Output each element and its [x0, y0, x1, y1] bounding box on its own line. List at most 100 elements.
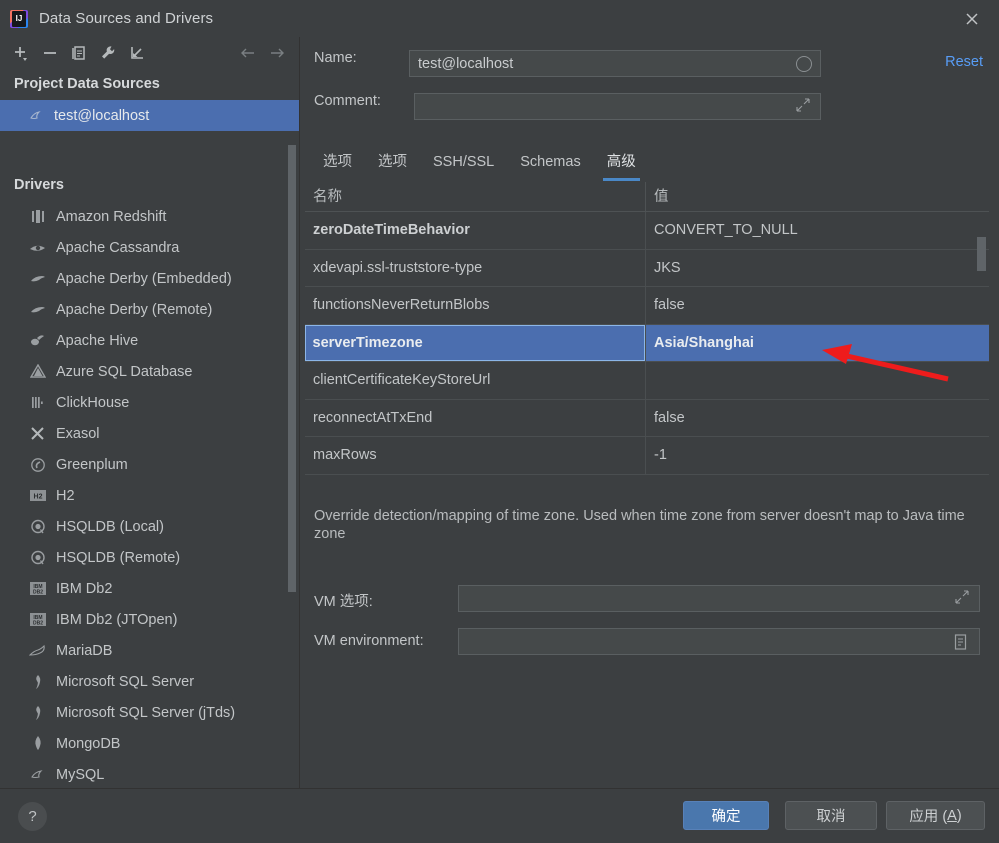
project-data-sources-header: Project Data Sources — [14, 76, 160, 92]
name-input[interactable]: test@localhost — [409, 50, 821, 77]
driver-item-microsoft-sql-server-jtds[interactable]: Microsoft SQL Server (jTds) — [0, 697, 299, 728]
hsqldb-icon — [28, 549, 47, 567]
driver-item-h2[interactable]: H2 H2 — [0, 480, 299, 511]
driver-item-ibm-db2-jtopen[interactable]: IBM DB2 IBM Db2 (JTOpen) — [0, 604, 299, 635]
comment-field-row: Comment: — [314, 93, 409, 109]
driver-item-exasol[interactable]: Exasol — [0, 418, 299, 449]
driver-item-hsqldb-local[interactable]: HSQLDB (Local) — [0, 511, 299, 542]
tab-options-1[interactable]: 选项 — [310, 145, 365, 181]
driver-item-microsoft-sql-server[interactable]: Microsoft SQL Server — [0, 666, 299, 697]
table-row[interactable]: functionsNeverReturnBlobs false — [305, 287, 989, 325]
table-row-selected[interactable]: serverTimezone Asia/Shanghai — [305, 324, 989, 362]
vm-environment-row: VM environment: — [314, 633, 424, 649]
expand-icon[interactable] — [796, 98, 814, 116]
driver-label: MySQL — [56, 766, 105, 783]
ok-button[interactable]: 确定 — [683, 801, 769, 830]
driver-label: IBM Db2 (JTOpen) — [56, 611, 178, 628]
property-value[interactable]: CONVERT_TO_NULL — [645, 212, 989, 249]
tab-options-2[interactable]: 选项 — [365, 145, 420, 181]
sidebar-scrollbar-thumb[interactable] — [288, 145, 296, 592]
driver-label: Greenplum — [56, 456, 128, 473]
table-row[interactable]: reconnectAtTxEnd false — [305, 399, 989, 437]
name-input-value: test@localhost — [418, 56, 514, 72]
property-value[interactable]: false — [645, 287, 989, 324]
table-row[interactable]: zeroDateTimeBehavior CONVERT_TO_NULL — [305, 212, 989, 250]
svg-text:H2: H2 — [33, 494, 42, 501]
table-row[interactable]: clientCertificateKeyStoreUrl — [305, 362, 989, 400]
forward-button[interactable] — [262, 39, 291, 67]
driver-item-apache-derby-embedded[interactable]: Apache Derby (Embedded) — [0, 263, 299, 294]
driver-item-hsqldb-remote[interactable]: HSQLDB (Remote) — [0, 542, 299, 573]
wrench-icon[interactable] — [93, 39, 122, 67]
driver-item-amazon-redshift[interactable]: Amazon Redshift — [0, 201, 299, 232]
apply-mnemonic: A — [947, 807, 957, 824]
driver-label: Exasol — [56, 425, 100, 442]
property-name: zeroDateTimeBehavior — [313, 222, 470, 239]
driver-item-apache-cassandra[interactable]: Apache Cassandra — [0, 232, 299, 263]
driver-label: Apache Derby (Remote) — [56, 301, 213, 318]
driver-item-apache-hive[interactable]: Apache Hive — [0, 325, 299, 356]
logo-text: IJ — [12, 10, 26, 27]
property-value[interactable]: -1 — [645, 437, 989, 474]
tab-ssh-ssl[interactable]: SSH/SSL — [420, 145, 507, 181]
driver-label: Apache Hive — [56, 332, 139, 349]
circle-icon[interactable] — [796, 56, 812, 72]
driver-item-mongodb[interactable]: MongoDB — [0, 728, 299, 759]
vm-environment-input[interactable] — [458, 628, 980, 655]
table-row[interactable]: maxRows -1 — [305, 437, 989, 475]
vm-environment-label: VM environment: — [314, 633, 424, 649]
apply-button[interactable]: 应用 (A) — [886, 801, 985, 830]
name-label: Name: — [314, 50, 357, 66]
driver-item-clickhouse[interactable]: ClickHouse — [0, 387, 299, 418]
property-value[interactable]: JKS — [645, 249, 989, 286]
name-field-row: Name: — [314, 50, 409, 66]
driver-label: ClickHouse — [56, 394, 130, 411]
tab-schemas[interactable]: Schemas — [507, 145, 593, 181]
driver-item-mysql[interactable]: MySQL — [0, 759, 299, 788]
azure-icon — [28, 363, 47, 381]
import-arrow-icon[interactable] — [122, 39, 151, 67]
add-button[interactable] — [6, 39, 35, 67]
mongodb-leaf-icon — [28, 735, 47, 753]
cancel-button[interactable]: 取消 — [785, 801, 877, 830]
copy-icon[interactable] — [64, 39, 93, 67]
vm-options-input[interactable] — [458, 585, 980, 612]
driver-item-mariadb[interactable]: MariaDB — [0, 635, 299, 666]
driver-item-apache-derby-remote[interactable]: Apache Derby (Remote) — [0, 294, 299, 325]
table-row[interactable]: xdevapi.ssl-truststore-type JKS — [305, 249, 989, 287]
driver-label: IBM Db2 — [56, 580, 113, 597]
property-value[interactable]: Asia/Shanghai — [645, 324, 989, 361]
sidebar-item-test-localhost[interactable]: test@localhost — [0, 100, 299, 131]
mysql-dolphin-icon — [28, 766, 47, 784]
sidebar-tree[interactable]: Project Data Sources test@localhost Driv… — [0, 68, 299, 788]
hsqldb-icon — [28, 518, 47, 536]
reset-link[interactable]: Reset — [945, 54, 983, 70]
hive-bee-icon — [28, 332, 47, 350]
greenplum-icon — [28, 456, 47, 474]
close-icon[interactable] — [957, 4, 987, 34]
data-sources-dialog: IJ Data Sources and Drivers Project Data… — [0, 0, 999, 843]
driver-item-ibm-db2[interactable]: IBM DB2 IBM Db2 — [0, 573, 299, 604]
property-description: Override detection/mapping of time zone.… — [314, 508, 965, 542]
driver-item-greenplum[interactable]: Greenplum — [0, 449, 299, 480]
tab-bar: 选项 选项 SSH/SSL Schemas 高级 — [310, 145, 990, 181]
help-button[interactable]: ? — [18, 802, 47, 831]
property-value[interactable]: false — [645, 399, 989, 436]
back-button[interactable] — [233, 39, 262, 67]
table-scrollbar-thumb[interactable] — [977, 237, 986, 271]
mysql-dolphin-icon — [28, 107, 45, 124]
comment-input[interactable] — [414, 93, 821, 120]
property-value[interactable] — [645, 362, 989, 399]
svg-text:DB2: DB2 — [32, 621, 42, 627]
vm-options-label: VM 选项: — [314, 594, 373, 610]
properties-table[interactable]: 名称 值 zeroDateTimeBehavior CONVERT_TO_NUL… — [305, 182, 989, 475]
driver-item-azure-sql-database[interactable]: Azure SQL Database — [0, 356, 299, 387]
remove-button[interactable] — [35, 39, 64, 67]
expand-icon[interactable] — [955, 590, 973, 608]
tab-advanced[interactable]: 高级 — [594, 145, 649, 181]
list-document-icon[interactable] — [954, 634, 972, 652]
property-name: xdevapi.ssl-truststore-type — [313, 259, 483, 276]
driver-label: Amazon Redshift — [56, 208, 167, 225]
ibm-db2-icon: IBM DB2 — [28, 611, 47, 629]
vm-options-row: VM 选项: — [314, 590, 373, 611]
